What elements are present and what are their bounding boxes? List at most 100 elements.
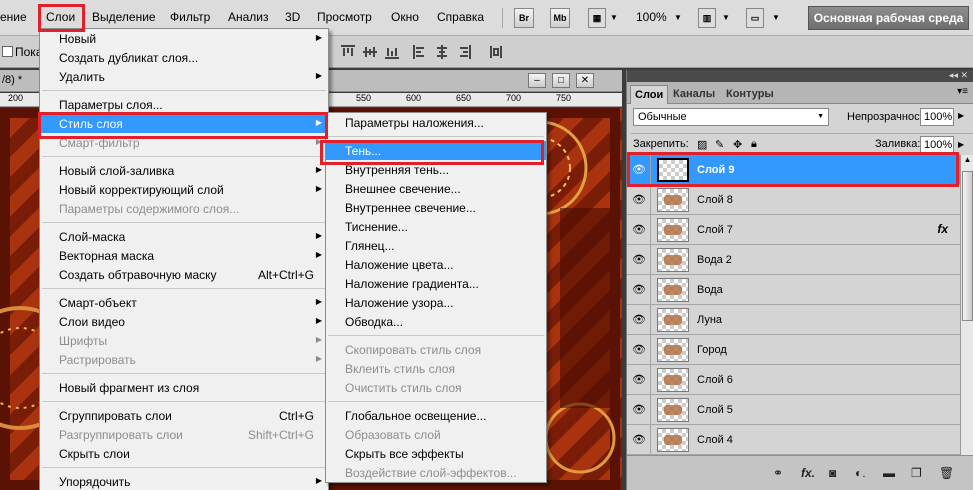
- style-menu-item-7[interactable]: Глянец...: [326, 236, 546, 255]
- eye-icon[interactable]: 👁︎: [631, 253, 647, 266]
- layer-thumbnail[interactable]: [657, 398, 689, 422]
- style-menu-item-5[interactable]: Внутреннее свечение...: [326, 198, 546, 217]
- visibility-toggle[interactable]: 👁︎: [627, 245, 651, 275]
- chevron-right-icon[interactable]: ▶: [958, 111, 964, 120]
- style-menu-item-11[interactable]: Обводка...: [326, 312, 546, 331]
- layer-menu-item-9[interactable]: Новый корректирующий слой ▶: [40, 180, 328, 199]
- style-menu-item-17[interactable]: Глобальное освещение...: [326, 406, 546, 425]
- layer-thumbnail[interactable]: [657, 218, 689, 242]
- eye-icon[interactable]: 👁︎: [631, 403, 647, 416]
- layer-name[interactable]: Вода: [697, 284, 723, 296]
- maximize-icon[interactable]: □: [552, 73, 570, 88]
- visibility-toggle[interactable]: 👁︎: [627, 335, 651, 365]
- layer-name[interactable]: Луна: [697, 314, 722, 326]
- align-vcenter-icon[interactable]: [362, 44, 378, 60]
- chevron-down-icon[interactable]: ▼: [772, 13, 780, 22]
- layer-row[interactable]: 👁︎ Слой 5: [627, 395, 960, 425]
- menu-filter[interactable]: Фильтр: [170, 10, 210, 24]
- menu-edit[interactable]: ение: [0, 10, 27, 24]
- eye-icon[interactable]: 👁︎: [631, 313, 647, 326]
- layer-menu-item-17[interactable]: Слои видео ▶: [40, 312, 328, 331]
- layer-row[interactable]: 👁︎ Слой 4: [627, 425, 960, 455]
- trash-icon[interactable]: 🗑︎: [939, 466, 954, 480]
- menu-3d[interactable]: 3D: [285, 10, 300, 24]
- eye-icon[interactable]: 👁︎: [631, 283, 647, 296]
- arrange-documents-icon[interactable]: ▥: [698, 8, 716, 28]
- opacity-input[interactable]: 100%: [920, 108, 954, 126]
- align-hcenter-icon[interactable]: [434, 44, 450, 60]
- tab-channels[interactable]: Каналы: [669, 85, 719, 104]
- lock-position-icon[interactable]: ✥: [733, 138, 742, 151]
- scroll-up-icon[interactable]: ▲: [961, 155, 973, 169]
- style-menu-item-19[interactable]: Скрыть все эффекты: [326, 444, 546, 463]
- visibility-toggle[interactable]: 👁︎: [627, 185, 651, 215]
- layer-menu-item-2[interactable]: Удалить ▶: [40, 67, 328, 86]
- new-layer-icon[interactable]: ❐: [911, 466, 922, 480]
- layer-name[interactable]: Слой 7: [697, 224, 733, 236]
- lock-transparency-icon[interactable]: ▨: [697, 138, 707, 151]
- layer-name[interactable]: Слой 4: [697, 434, 733, 446]
- layer-thumbnail[interactable]: [657, 338, 689, 362]
- layer-thumbnail[interactable]: [657, 278, 689, 302]
- layer-menu-item-1[interactable]: Создать дубликат слоя...: [40, 48, 328, 67]
- mini-bridge-button[interactable]: Mb: [550, 8, 570, 28]
- panel-collapse-icon[interactable]: ◂◂ ✕: [949, 70, 968, 81]
- eye-icon[interactable]: 👁︎: [631, 223, 647, 236]
- visibility-toggle[interactable]: 👁︎: [627, 215, 651, 245]
- layer-thumbnail[interactable]: [657, 188, 689, 212]
- align-left-icon[interactable]: [412, 44, 428, 60]
- layer-menu-item-21[interactable]: Новый фрагмент из слоя: [40, 378, 328, 397]
- visibility-toggle[interactable]: 👁︎: [627, 275, 651, 305]
- layer-row[interactable]: 👁︎ Город: [627, 335, 960, 365]
- style-menu-item-9[interactable]: Наложение градиента...: [326, 274, 546, 293]
- layer-menu-item-23[interactable]: Сгруппировать слои Ctrl+G: [40, 406, 328, 425]
- visibility-toggle[interactable]: 👁︎: [627, 395, 651, 425]
- chevron-down-icon[interactable]: ▼: [610, 13, 618, 22]
- align-top-icon[interactable]: [340, 44, 356, 60]
- eye-icon[interactable]: 👁︎: [631, 193, 647, 206]
- add-style-icon[interactable]: fx.: [801, 466, 815, 480]
- layer-menu-item-14[interactable]: Создать обтравочную маску Alt+Ctrl+G: [40, 265, 328, 284]
- layer-name[interactable]: Город: [697, 344, 727, 356]
- show-transform-controls-checkbox[interactable]: [2, 46, 13, 57]
- layer-thumbnail[interactable]: [657, 368, 689, 392]
- tab-layers[interactable]: Слои: [630, 85, 669, 104]
- bridge-button[interactable]: Br: [514, 8, 534, 28]
- layer-menu-item-13[interactable]: Векторная маска ▶: [40, 246, 328, 265]
- minimize-icon[interactable]: –: [528, 73, 546, 88]
- layer-name[interactable]: Слой 8: [697, 194, 733, 206]
- layer-name[interactable]: Слой 5: [697, 404, 733, 416]
- visibility-toggle[interactable]: 👁︎: [627, 305, 651, 335]
- eye-icon[interactable]: 👁︎: [631, 343, 647, 356]
- close-icon[interactable]: ✕: [576, 73, 594, 88]
- layer-row[interactable]: 👁︎ Слой 7 fx: [627, 215, 960, 245]
- menu-help[interactable]: Справка: [437, 10, 484, 24]
- layer-menu-item-16[interactable]: Смарт-объект ▶: [40, 293, 328, 312]
- screen-mode-icon[interactable]: ▭: [746, 8, 764, 28]
- layer-menu-item-27[interactable]: Упорядочить ▶: [40, 472, 328, 490]
- style-menu-item-8[interactable]: Наложение цвета...: [326, 255, 546, 274]
- panel-menu-icon[interactable]: ▾≡: [957, 86, 968, 97]
- tab-paths[interactable]: Контуры: [722, 85, 778, 104]
- layers-scrollbar[interactable]: ▲: [960, 155, 973, 455]
- style-menu-item-10[interactable]: Наложение узора...: [326, 293, 546, 312]
- add-mask-icon[interactable]: ◙: [829, 466, 836, 480]
- layer-name[interactable]: Слой 6: [697, 374, 733, 386]
- align-right-icon[interactable]: [456, 44, 472, 60]
- layer-thumbnail[interactable]: [657, 248, 689, 272]
- layer-menu-item-12[interactable]: Слой-маска ▶: [40, 227, 328, 246]
- blend-mode-select[interactable]: Обычные ▼: [633, 108, 829, 126]
- menu-view[interactable]: Просмотр: [317, 10, 372, 24]
- lock-all-icon[interactable]: 🔒︎: [751, 138, 757, 151]
- layer-row[interactable]: 👁︎ Луна: [627, 305, 960, 335]
- eye-icon[interactable]: 👁︎: [631, 373, 647, 386]
- new-group-icon[interactable]: ▬: [883, 466, 895, 480]
- style-menu-item-4[interactable]: Внешнее свечение...: [326, 179, 546, 198]
- menu-analysis[interactable]: Анализ: [228, 10, 269, 24]
- layer-thumbnail[interactable]: [657, 308, 689, 332]
- view-extras-icon[interactable]: ▦: [588, 8, 606, 28]
- distribute-icon[interactable]: [488, 44, 504, 60]
- workspace-button[interactable]: Основная рабочая среда: [808, 6, 969, 30]
- layer-row[interactable]: 👁︎ Вода: [627, 275, 960, 305]
- visibility-toggle[interactable]: 👁︎: [627, 365, 651, 395]
